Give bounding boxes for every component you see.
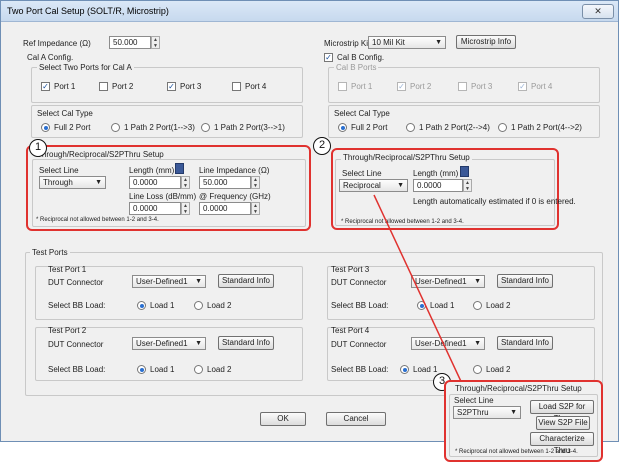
inset-note: * Reciprocal not allowed between 1-2 and… [455,449,578,455]
callout-1: 1 [29,139,47,157]
inset-select-line[interactable]: S2PThru ▼ [453,406,521,419]
inset-select-line-label: Select Line [454,396,494,405]
view-s2p-button[interactable]: View S2P File [536,416,590,430]
inset-select-line-value: S2PThru [457,408,489,417]
callout-line [373,194,473,406]
load-s2p-button[interactable]: Load S2P for Thru [530,400,594,423]
inset-title: Through/Reciprocal/S2PThru Setup [455,384,582,393]
characterize-thru-button[interactable]: Characterize Thru [530,432,594,455]
callout-2: 2 [313,137,331,155]
chevron-down-icon: ▼ [510,409,517,416]
